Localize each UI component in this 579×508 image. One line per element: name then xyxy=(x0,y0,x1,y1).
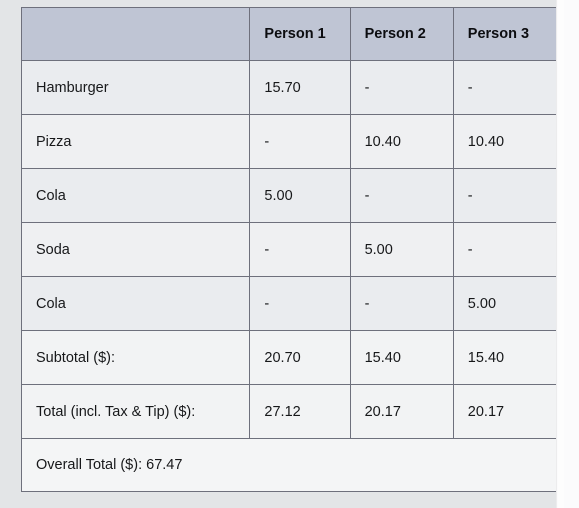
subtotal-person-3: 15.40 xyxy=(452,330,559,385)
total-row: Total (incl. Tax & Tip) ($): 27.12 20.17… xyxy=(20,384,559,439)
item-amount-person-2: 5.00 xyxy=(349,222,454,277)
overall-total-text: Overall Total ($): 67.47 xyxy=(21,438,558,492)
total-person-1: 27.12 xyxy=(249,384,351,439)
bill-split-table: Person 1 Person 2 Person 3 Hamburger 15.… xyxy=(20,7,559,492)
column-header-person-3: Person 3 xyxy=(452,7,559,61)
item-amount-person-2: 10.40 xyxy=(349,114,454,169)
bill-split-table-container: Person 1 Person 2 Person 3 Hamburger 15.… xyxy=(20,7,559,492)
table-header: Person 1 Person 2 Person 3 xyxy=(20,7,559,61)
vertical-scrollbar[interactable] xyxy=(556,0,579,508)
item-amount-person-2: - xyxy=(349,60,454,115)
table-body: Hamburger 15.70 - - Pizza - 10.40 10.40 … xyxy=(20,60,559,492)
item-amount-person-1: 15.70 xyxy=(249,60,351,115)
subtotal-person-1: 20.70 xyxy=(249,330,351,385)
table-row: Pizza - 10.40 10.40 xyxy=(20,114,559,169)
item-label: Soda xyxy=(20,222,251,277)
item-label: Cola xyxy=(20,276,251,331)
table-header-row: Person 1 Person 2 Person 3 xyxy=(20,7,559,61)
item-amount-person-2: - xyxy=(349,276,454,331)
item-amount-person-2: - xyxy=(349,168,454,223)
vertical-scrollbar-thumb[interactable] xyxy=(558,0,564,508)
column-header-person-2: Person 2 xyxy=(349,7,454,61)
total-person-3: 20.17 xyxy=(452,384,559,439)
item-amount-person-3: - xyxy=(452,222,559,277)
subtotal-person-2: 15.40 xyxy=(349,330,454,385)
total-person-2: 20.17 xyxy=(349,384,454,439)
item-amount-person-1: - xyxy=(249,276,351,331)
item-amount-person-3: - xyxy=(452,60,559,115)
item-amount-person-1: - xyxy=(249,114,351,169)
item-amount-person-1: 5.00 xyxy=(249,168,351,223)
subtotal-label: Subtotal ($): xyxy=(20,330,251,385)
table-row: Cola 5.00 - - xyxy=(20,168,559,223)
item-amount-person-1: - xyxy=(249,222,351,277)
item-amount-person-3: 5.00 xyxy=(452,276,559,331)
item-label: Hamburger xyxy=(20,60,251,115)
item-label: Cola xyxy=(20,168,251,223)
table-row: Cola - - 5.00 xyxy=(20,276,559,331)
total-label: Total (incl. Tax & Tip) ($): xyxy=(20,384,251,439)
item-amount-person-3: - xyxy=(452,168,559,223)
column-header-person-1: Person 1 xyxy=(249,7,351,61)
column-header-item xyxy=(20,7,251,61)
table-row: Hamburger 15.70 - - xyxy=(20,60,559,115)
item-label: Pizza xyxy=(20,114,251,169)
item-amount-person-3: 10.40 xyxy=(452,114,559,169)
subtotal-row: Subtotal ($): 20.70 15.40 15.40 xyxy=(20,330,559,385)
overall-total-row: Overall Total ($): 67.47 xyxy=(21,438,558,492)
table-row: Soda - 5.00 - xyxy=(20,222,559,277)
